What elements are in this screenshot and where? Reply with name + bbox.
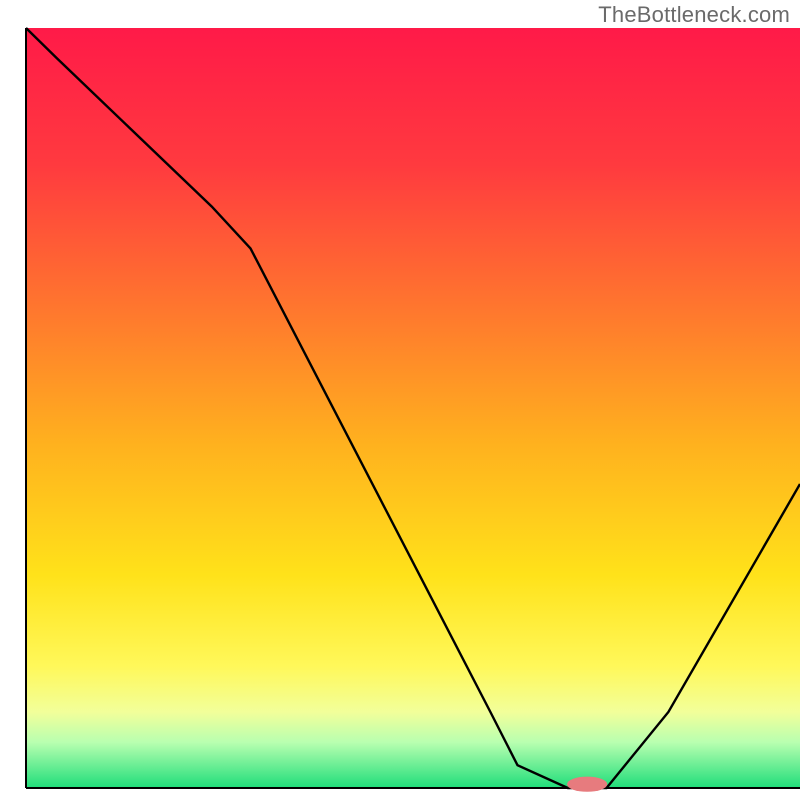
chart-background — [26, 28, 800, 788]
watermark-text: TheBottleneck.com — [598, 2, 790, 28]
chart-stage: TheBottleneck.com — [0, 0, 800, 800]
bottleneck-chart — [0, 0, 800, 800]
optimum-marker — [567, 777, 607, 792]
